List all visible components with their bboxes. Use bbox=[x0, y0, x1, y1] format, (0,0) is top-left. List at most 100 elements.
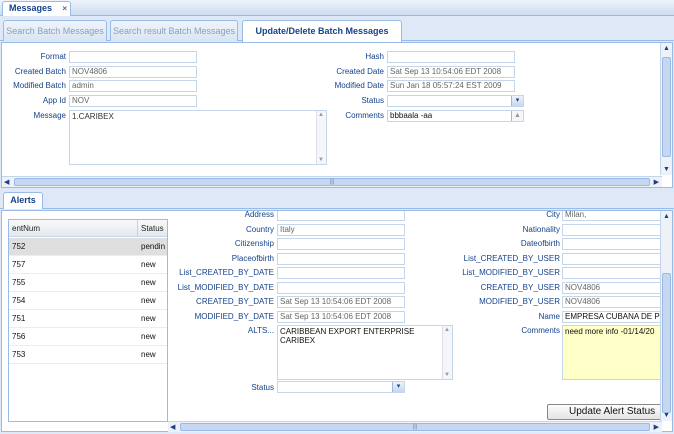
address-label: Address bbox=[244, 211, 274, 219]
chevron-down-icon[interactable]: ▾ bbox=[511, 96, 523, 106]
placeofbirth-field[interactable] bbox=[277, 253, 405, 265]
scroll-right-icon[interactable]: ▶ bbox=[654, 423, 659, 431]
table-row[interactable]: 756 new bbox=[9, 328, 167, 346]
nationality-field[interactable] bbox=[562, 224, 662, 236]
app-id-field[interactable]: NOV bbox=[69, 95, 197, 107]
form-vertical-scrollbar[interactable]: ▲ ▼ bbox=[660, 43, 672, 175]
alerts-vertical-scrollbar[interactable]: ▲ ▼ bbox=[660, 211, 672, 421]
list-modified-by-date-field[interactable] bbox=[277, 282, 405, 294]
created-batch-field[interactable]: NOV4806 bbox=[69, 66, 197, 78]
list-modified-by-user-field[interactable] bbox=[562, 267, 662, 279]
table-row[interactable]: 757 new bbox=[9, 256, 167, 274]
name-field[interactable]: EMPRESA CUBANA DE PES bbox=[562, 311, 662, 323]
alert-comments-label: Comments bbox=[521, 326, 560, 335]
alert-comments-textarea[interactable]: need more info -01/14/20 bbox=[562, 325, 662, 380]
cell-status: new bbox=[141, 260, 156, 269]
alerts-horizontal-scrollbar[interactable]: ◀ ||| ▶ bbox=[168, 421, 662, 432]
citizenship-field[interactable] bbox=[277, 238, 405, 250]
scroll-down-icon[interactable]: ▼ bbox=[444, 372, 450, 378]
cell-entnum: 753 bbox=[12, 350, 26, 359]
modified-batch-field[interactable]: admin bbox=[69, 80, 197, 92]
status-select[interactable]: ▾ bbox=[387, 95, 524, 107]
update-alert-status-button[interactable]: Update Alert Status bbox=[547, 404, 667, 420]
chevron-down-icon[interactable]: ▾ bbox=[392, 382, 404, 392]
created-by-user-field[interactable]: NOV4806 bbox=[562, 282, 662, 294]
cell-entnum: 752 bbox=[12, 242, 26, 251]
city-label: City bbox=[546, 211, 560, 219]
table-row[interactable]: 753 new bbox=[9, 346, 167, 364]
table-row[interactable]: 755 new bbox=[9, 274, 167, 292]
hash-label: Hash bbox=[365, 52, 384, 61]
city-field[interactable]: Milan, bbox=[562, 211, 662, 221]
alerts-tabstrip: Alerts bbox=[0, 190, 674, 209]
created-date-field[interactable]: Sat Sep 13 10:54:06 EDT 2008 bbox=[387, 66, 515, 78]
dateofbirth-label: Dateofbirth bbox=[520, 239, 560, 248]
comments-field[interactable]: bbbaala -aa ▲ bbox=[387, 110, 524, 122]
scroll-left-icon[interactable]: ◀ bbox=[4, 178, 9, 186]
modified-by-date-field[interactable]: Sat Sep 13 10:54:06 EDT 2008 bbox=[277, 311, 405, 323]
scroll-left-icon[interactable]: ◀ bbox=[170, 423, 175, 431]
cell-status: new bbox=[141, 350, 156, 359]
scroll-right-icon[interactable]: ▶ bbox=[654, 178, 659, 186]
alts-line: CARIBBEAN EXPORT ENTERPRISE bbox=[280, 327, 415, 336]
cell-entnum: 755 bbox=[12, 278, 26, 287]
tab-update-delete-batch-messages[interactable]: Update/Delete Batch Messages bbox=[242, 20, 402, 42]
alert-status-select[interactable]: ▾ bbox=[277, 381, 405, 393]
scroll-up-icon[interactable]: ▲ bbox=[444, 327, 450, 333]
table-row[interactable]: 754 new bbox=[9, 292, 167, 310]
created-by-user-label: CREATED_BY_USER bbox=[480, 283, 560, 292]
batch-message-form: Format Created Batch NOV4806 Modified Ba… bbox=[1, 42, 673, 188]
format-field[interactable] bbox=[69, 51, 197, 63]
tab-search-batch-messages[interactable]: Search Batch Messages bbox=[3, 20, 107, 41]
list-created-by-user-field[interactable] bbox=[562, 253, 662, 265]
alts-line: CARIBEX bbox=[280, 336, 316, 345]
scroll-down-icon[interactable]: ▼ bbox=[663, 166, 670, 173]
messages-window-tab[interactable]: Messages × bbox=[2, 1, 72, 16]
table-row[interactable]: 752 pendin bbox=[9, 238, 167, 256]
column-header-status[interactable]: Status bbox=[138, 220, 167, 237]
scrollbar-thumb[interactable] bbox=[662, 57, 671, 157]
name-label: Name bbox=[538, 312, 560, 321]
comments-label: Comments bbox=[345, 111, 384, 120]
grip-icon: ||| bbox=[412, 424, 418, 430]
tab-alerts[interactable]: Alerts bbox=[3, 192, 43, 209]
alts-scrollbar[interactable]: ▲ ▼ bbox=[442, 326, 452, 379]
scroll-up-icon[interactable]: ▲ bbox=[663, 45, 670, 52]
cell-entnum: 756 bbox=[12, 332, 26, 341]
cell-status: new bbox=[141, 296, 156, 305]
cell-status: new bbox=[141, 314, 156, 323]
address-field[interactable] bbox=[277, 211, 405, 221]
column-header-entnum[interactable]: entNum bbox=[9, 220, 138, 237]
status-label: Status bbox=[361, 96, 384, 105]
modified-by-user-field[interactable]: NOV4806 bbox=[562, 296, 662, 308]
scroll-down-icon[interactable]: ▼ bbox=[318, 157, 324, 163]
close-icon[interactable]: × bbox=[62, 2, 67, 15]
list-created-by-user-label: List_CREATED_BY_USER bbox=[463, 254, 560, 263]
created-by-date-field[interactable]: Sat Sep 13 10:54:06 EDT 2008 bbox=[277, 296, 405, 308]
list-created-by-date-field[interactable] bbox=[277, 267, 405, 279]
format-label: Format bbox=[40, 52, 66, 61]
scrollbar-thumb[interactable] bbox=[662, 273, 671, 413]
cell-entnum: 757 bbox=[12, 260, 26, 269]
scrollbar-thumb[interactable]: ||| bbox=[180, 423, 650, 431]
dateofbirth-field[interactable] bbox=[562, 238, 662, 250]
spinner-icon[interactable]: ▲ bbox=[511, 111, 523, 121]
citizenship-label: Citizenship bbox=[234, 239, 274, 248]
scroll-down-icon[interactable]: ▼ bbox=[663, 412, 670, 419]
alert-detail-form: Address City Milan, Country Italy Nation… bbox=[168, 211, 662, 421]
created-batch-label: Created Batch bbox=[14, 67, 66, 76]
table-row[interactable]: 751 new bbox=[9, 310, 167, 328]
cell-status: new bbox=[141, 332, 156, 341]
scroll-up-icon[interactable]: ▲ bbox=[663, 213, 670, 220]
alts-textarea[interactable]: CARIBBEAN EXPORT ENTERPRISE CARIBEX ▲ ▼ bbox=[277, 325, 453, 380]
country-field[interactable]: Italy bbox=[277, 224, 405, 236]
scrollbar-thumb[interactable]: ||| bbox=[14, 178, 650, 186]
hash-field[interactable] bbox=[387, 51, 515, 63]
form-horizontal-scrollbar[interactable]: ◀ ||| ▶ bbox=[2, 176, 662, 187]
tab-search-result-batch-messages[interactable]: Search result Batch Messages bbox=[110, 20, 238, 41]
message-textarea[interactable]: 1.CARIBEX ▲ ▼ bbox=[69, 110, 327, 165]
alert-status-label: Status bbox=[251, 383, 274, 392]
cell-status: new bbox=[141, 278, 156, 287]
modified-batch-label: Modified Batch bbox=[13, 81, 66, 90]
modified-date-field[interactable]: Sun Jan 18 05:57:24 EST 2009 bbox=[387, 80, 515, 92]
